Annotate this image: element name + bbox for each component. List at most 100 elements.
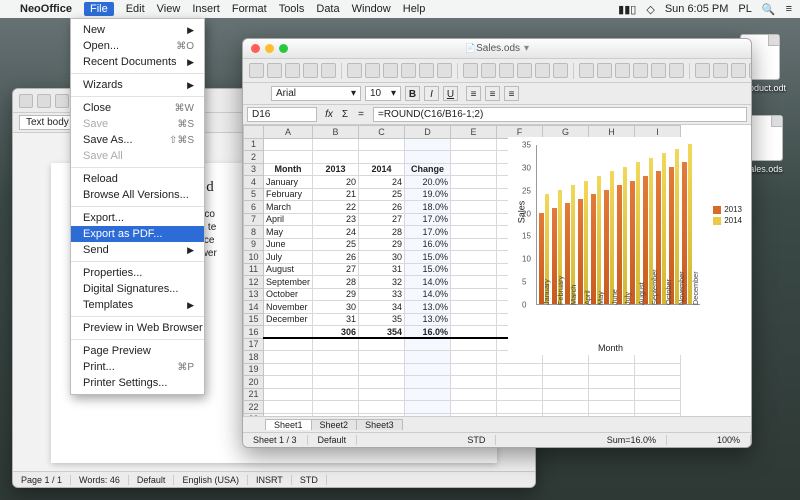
menu-format[interactable]: Format (232, 3, 267, 15)
styles-button[interactable] (249, 86, 267, 101)
app-name[interactable]: NeoOffice (20, 3, 72, 15)
align-right-button[interactable]: ≡ (504, 86, 519, 101)
menu-item-save-all: Save All (71, 148, 204, 164)
calc-toolbar (243, 59, 751, 83)
menu-edit[interactable]: Edit (126, 3, 145, 15)
menu-tools[interactable]: Tools (279, 3, 305, 15)
toolbar-button[interactable] (437, 63, 452, 78)
underline-button[interactable]: U (443, 86, 458, 101)
fx-button[interactable]: fx (321, 109, 337, 120)
calc-titlebar[interactable]: 📄 Sales.ods▾ (243, 39, 751, 59)
toolbar-button[interactable] (37, 94, 51, 108)
embedded-chart[interactable]: Sales 05101520253035 JanuaryFebruaryMarc… (508, 137, 744, 355)
zoom-button[interactable] (279, 44, 288, 53)
sheet-area[interactable]: ABCDEFGHI123Month20132014Change4January2… (243, 125, 751, 416)
menu-item-export-as-pdf-[interactable]: Export as PDF... (71, 226, 204, 242)
toolbar-button[interactable] (481, 63, 496, 78)
notification-center-icon[interactable]: ≡ (786, 3, 792, 15)
mac-menubar: NeoOffice File Edit View Insert Format T… (0, 0, 800, 18)
toolbar-button[interactable] (615, 63, 630, 78)
status-words: Words: 46 (71, 475, 129, 485)
toolbar-button[interactable] (267, 63, 282, 78)
font-name-combo[interactable]: Arial▾ (271, 86, 361, 101)
menu-item-close[interactable]: Close⌘W (71, 100, 204, 116)
toolbar-button[interactable] (579, 63, 594, 78)
toolbar-button[interactable] (365, 63, 380, 78)
toolbar-button[interactable] (731, 63, 746, 78)
align-center-button[interactable]: ≡ (485, 86, 500, 101)
toolbar-button[interactable] (669, 63, 684, 78)
chart-legend: 20132014 (713, 203, 742, 227)
close-button[interactable] (251, 44, 260, 53)
toolbar-button[interactable] (517, 63, 532, 78)
menu-item-new[interactable]: New▶ (71, 22, 204, 38)
menu-item-open-[interactable]: Open...⌘O (71, 38, 204, 54)
format-toolbar: Arial▾ 10▾ B I U ≡ ≡ ≡ (243, 83, 751, 105)
menu-data[interactable]: Data (316, 3, 339, 15)
formula-input[interactable]: =ROUND(C16/B16-1;2) (373, 107, 747, 122)
status-sheet: Sheet 1 / 3 (243, 435, 308, 445)
clock: Sun 6:05 PM (665, 3, 729, 15)
chart-xlabel: Month (598, 343, 623, 353)
menu-insert[interactable]: Insert (192, 3, 220, 15)
toolbar-button[interactable] (19, 94, 33, 108)
menu-item-templates[interactable]: Templates▶ (71, 297, 204, 313)
status-lang: English (USA) (174, 475, 248, 485)
name-box[interactable]: D16 (247, 107, 317, 122)
bold-button[interactable]: B (405, 86, 420, 101)
status-zoom: 100% (707, 435, 751, 445)
font-size-combo[interactable]: 10▾ (365, 86, 401, 101)
menu-item-export-[interactable]: Export... (71, 210, 204, 226)
menu-item-digital-signatures-[interactable]: Digital Signatures... (71, 281, 204, 297)
toolbar-button[interactable] (419, 63, 434, 78)
toolbar-button[interactable] (553, 63, 568, 78)
menu-item-print-[interactable]: Print...⌘P (71, 359, 204, 375)
menu-item-properties-[interactable]: Properties... (71, 265, 204, 281)
menu-item-browse-all-versions-[interactable]: Browse All Versions... (71, 187, 204, 203)
align-left-button[interactable]: ≡ (466, 86, 481, 101)
toolbar-button[interactable] (535, 63, 550, 78)
menu-item-printer-settings-[interactable]: Printer Settings... (71, 375, 204, 391)
menu-window[interactable]: Window (352, 3, 391, 15)
sheet-tab-1[interactable]: Sheet1 (265, 419, 312, 430)
calc-statusbar: Sheet 1 / 3 Default STD Sum=16.0% 100% (243, 432, 751, 447)
toolbar-button[interactable] (713, 63, 728, 78)
toolbar-button[interactable] (633, 63, 648, 78)
toolbar-button[interactable] (347, 63, 362, 78)
menu-item-page-preview[interactable]: Page Preview (71, 343, 204, 359)
menu-item-send[interactable]: Send▶ (71, 242, 204, 258)
italic-button[interactable]: I (424, 86, 439, 101)
toolbar-button[interactable] (285, 63, 300, 78)
menu-view[interactable]: View (157, 3, 181, 15)
menu-help[interactable]: Help (403, 3, 426, 15)
toolbar-button[interactable] (749, 63, 751, 78)
status-sum: Sum=16.0% (597, 435, 667, 445)
sum-button[interactable]: Σ (337, 109, 353, 120)
toolbar-button[interactable] (401, 63, 416, 78)
sheet-tab-3[interactable]: Sheet3 (356, 419, 403, 430)
toolbar-button[interactable] (55, 94, 69, 108)
window-controls[interactable] (251, 44, 288, 53)
toolbar-button[interactable] (303, 63, 318, 78)
status-std: STD (292, 475, 327, 485)
equals-button[interactable]: = (353, 109, 369, 120)
toolbar-button[interactable] (249, 63, 264, 78)
toolbar-button[interactable] (651, 63, 666, 78)
toolbar-button[interactable] (383, 63, 398, 78)
menu-item-preview-in-web-browser[interactable]: Preview in Web Browser (71, 320, 204, 336)
spotlight-icon[interactable]: 🔍 (762, 3, 776, 16)
toolbar-button[interactable] (499, 63, 514, 78)
toolbar-button[interactable] (463, 63, 478, 78)
menu-file[interactable]: File (84, 2, 114, 16)
toolbar-button[interactable] (321, 63, 336, 78)
menu-item-save-as-[interactable]: Save As...⇧⌘S (71, 132, 204, 148)
menu-item-reload[interactable]: Reload (71, 171, 204, 187)
input-source[interactable]: PL (738, 3, 751, 15)
toolbar-button[interactable] (695, 63, 710, 78)
toolbar-button[interactable] (597, 63, 612, 78)
sheet-tab-2[interactable]: Sheet2 (311, 419, 358, 430)
menu-item-wizards[interactable]: Wizards▶ (71, 77, 204, 93)
status-std: STD (457, 435, 496, 445)
minimize-button[interactable] (265, 44, 274, 53)
menu-item-recent-documents[interactable]: Recent Documents▶ (71, 54, 204, 70)
